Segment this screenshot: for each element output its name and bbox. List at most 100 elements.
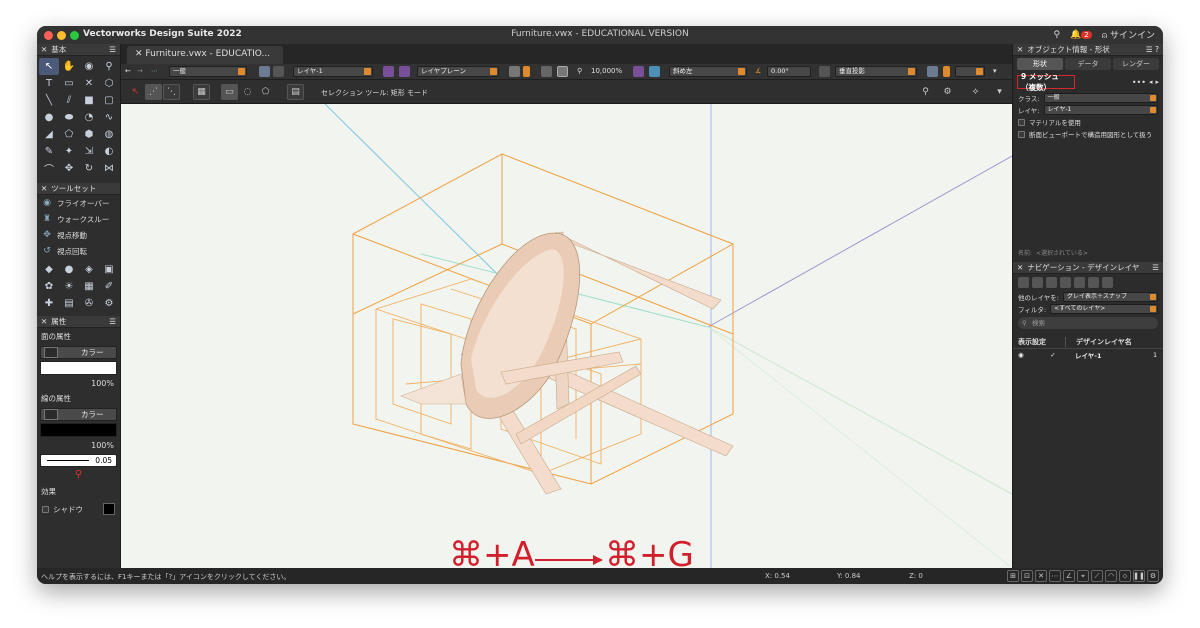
line-color-bar[interactable] bbox=[40, 423, 117, 437]
stair-tool-icon[interactable]: ▤ bbox=[59, 295, 79, 312]
section-checkbox[interactable] bbox=[1018, 130, 1025, 138]
circle-tool-icon[interactable]: ● bbox=[39, 109, 59, 126]
furniture-tool-icon[interactable]: ▦ bbox=[79, 278, 99, 295]
split-tool-icon[interactable]: ⋈ bbox=[99, 160, 119, 177]
rotate-tool-icon[interactable]: ↻ bbox=[79, 160, 99, 177]
tab-render[interactable]: レンダー bbox=[1113, 58, 1159, 70]
zoom-tool-icon[interactable]: ⚲ bbox=[99, 58, 119, 75]
line-opacity[interactable]: 100% bbox=[37, 439, 120, 452]
other-layers-select[interactable]: グレイ表示＋スナップ bbox=[1063, 292, 1158, 302]
lasso-mode-icon[interactable]: ◌ bbox=[239, 84, 256, 100]
menu-icon[interactable]: ☰ bbox=[109, 45, 116, 54]
sphere-tool-icon[interactable]: ● bbox=[59, 261, 79, 278]
view-select[interactable]: 斜め左 bbox=[669, 66, 747, 77]
rectangle-tool-icon[interactable]: ■ bbox=[79, 92, 99, 109]
color-tool-icon[interactable]: ✿ bbox=[39, 278, 59, 295]
disable-interactive-scaling-icon[interactable]: ↖ bbox=[127, 84, 144, 100]
fill-type-select[interactable]: カラー bbox=[40, 346, 117, 359]
table-row[interactable]: ◉ ✓ レイヤ-1 1 bbox=[1013, 349, 1163, 361]
dims-tool-icon[interactable]: ◆ bbox=[39, 261, 59, 278]
working-plane-icon[interactable] bbox=[399, 66, 410, 77]
flyover-tool-icon[interactable]: ◉ bbox=[79, 58, 99, 75]
more-options-icon[interactable]: ••• bbox=[1132, 78, 1146, 87]
layer-stack-icon[interactable] bbox=[259, 66, 270, 77]
snap-grid-icon[interactable]: ⊞ bbox=[1007, 570, 1019, 582]
cube-tool-icon[interactable]: ⬡ bbox=[99, 75, 119, 92]
magic-wand-tool-icon[interactable]: ✦ bbox=[59, 143, 79, 160]
menu-icon[interactable]: ☰ ? bbox=[1146, 45, 1159, 54]
close-icon[interactable]: ✕ bbox=[1017, 45, 1023, 54]
mesh-tool-icon[interactable]: ✇ bbox=[79, 295, 99, 312]
snap-distance-icon[interactable]: ⋯ bbox=[1049, 570, 1061, 582]
search-icon[interactable]: ⚲ bbox=[1053, 30, 1060, 40]
col-layer-name[interactable]: デザインレイヤ名 bbox=[1065, 336, 1163, 347]
close-icon[interactable]: ✕ bbox=[41, 317, 47, 326]
class-icon[interactable]: ⋯ bbox=[151, 67, 158, 75]
close-tab-icon[interactable]: ✕ bbox=[135, 49, 145, 59]
class-select[interactable]: 一般 bbox=[169, 66, 247, 77]
zoom-value[interactable]: 10,000% bbox=[591, 67, 622, 75]
fill-opacity[interactable]: 100% bbox=[37, 377, 120, 390]
chevron-down-icon[interactable]: ▾ bbox=[993, 67, 997, 75]
projection-icon[interactable] bbox=[819, 66, 830, 77]
spiral-tool-icon[interactable]: ◍ bbox=[99, 126, 119, 143]
layer-tool-icon[interactable]: ◈ bbox=[79, 261, 99, 278]
marker-icon[interactable]: ⚲ bbox=[37, 469, 120, 483]
polyline-tool-icon[interactable]: ◢ bbox=[39, 126, 59, 143]
menu-icon[interactable]: ☰ bbox=[109, 317, 116, 326]
toolset-item-flyover[interactable]: ◉ フライオーバー bbox=[37, 195, 120, 211]
callout-tool-icon[interactable]: ▭ bbox=[59, 75, 79, 92]
camera-dropdown-icon[interactable] bbox=[523, 66, 530, 77]
move-tool-icon[interactable]: ✥ bbox=[59, 160, 79, 177]
signin-button[interactable]: ⍝ サインイン bbox=[1102, 28, 1155, 41]
tab-data[interactable]: データ bbox=[1065, 58, 1111, 70]
locus-tool-icon[interactable]: ✕ bbox=[79, 75, 99, 92]
next-object-icon[interactable]: ▸ bbox=[1155, 78, 1159, 86]
flyover-view-icon[interactable] bbox=[541, 66, 552, 77]
render-icon[interactable] bbox=[649, 66, 660, 77]
view-options-select[interactable] bbox=[955, 66, 985, 77]
layer-view-icon[interactable] bbox=[1032, 277, 1043, 288]
close-icon[interactable]: ✕ bbox=[41, 45, 47, 54]
angle-field[interactable]: 0.00° bbox=[767, 66, 811, 77]
symbol-icon[interactable] bbox=[1102, 277, 1113, 288]
close-icon[interactable]: ✕ bbox=[1017, 263, 1023, 272]
selection-tool-icon[interactable]: ↖ bbox=[39, 58, 59, 75]
single-selection-mode-icon[interactable]: ⋰ bbox=[145, 84, 162, 100]
layer-select[interactable]: レイヤ-1 bbox=[293, 66, 373, 77]
text-tool-icon[interactable]: T bbox=[39, 75, 59, 92]
angle-icon[interactable]: ∡ bbox=[755, 67, 761, 75]
notification-icon[interactable]: 🔔 2 bbox=[1070, 30, 1092, 40]
fill-color-bar[interactable] bbox=[40, 361, 117, 375]
toolset-item-rotate-view[interactable]: ↺ 視点回転 bbox=[37, 243, 120, 259]
camera-icon[interactable] bbox=[509, 66, 520, 77]
smart-edge-icon[interactable]: ⟋ bbox=[1091, 570, 1103, 582]
light-tool-icon[interactable]: ☀ bbox=[59, 278, 79, 295]
arc-tool-icon[interactable]: ◔ bbox=[79, 109, 99, 126]
eye-icon[interactable]: ◉ bbox=[1013, 351, 1041, 359]
find-tool-icon[interactable]: ⚲ bbox=[917, 84, 934, 100]
pan-tool-icon[interactable]: ✋ bbox=[59, 58, 79, 75]
snap-options-icon[interactable]: ⟡ bbox=[967, 84, 984, 100]
oval-tool-icon[interactable]: ⬬ bbox=[59, 109, 79, 126]
line-tool-icon[interactable]: ╲ bbox=[39, 92, 59, 109]
polygon-tool-icon[interactable]: ⬠ bbox=[59, 126, 79, 143]
zoom-icon[interactable]: ⚲ bbox=[577, 67, 582, 75]
snap-angle-icon[interactable]: ∠ bbox=[1063, 570, 1075, 582]
spline-tool-icon[interactable]: ⌒ bbox=[39, 160, 59, 177]
snap-loci-icon[interactable]: ⬦ bbox=[1119, 570, 1131, 582]
drawing-canvas[interactable]: ⌘+A cmd ⌘+G cmd bbox=[121, 104, 1012, 568]
multi-reshape-mode-icon[interactable]: ⋱ bbox=[163, 84, 180, 100]
visibility-icon[interactable] bbox=[927, 66, 938, 77]
close-icon[interactable]: ✕ bbox=[41, 184, 47, 193]
saved-view-icon[interactable] bbox=[1060, 277, 1071, 288]
eyedropper-tool-icon[interactable]: ✎ bbox=[39, 143, 59, 160]
snap-tangent-icon[interactable]: ◠ bbox=[1105, 570, 1117, 582]
selection-view-icon[interactable] bbox=[557, 66, 568, 77]
previous-object-icon[interactable]: ◂ bbox=[1149, 78, 1153, 86]
mirror-tool-icon[interactable]: ◐ bbox=[99, 143, 119, 160]
pencil-tool-icon[interactable]: ✐ bbox=[99, 278, 119, 295]
gear-tool-icon[interactable]: ⚙ bbox=[99, 295, 119, 312]
forward-arrow-icon[interactable]: → bbox=[137, 67, 143, 75]
toolset-item-walkthrough[interactable]: ♜ ウォークスルー bbox=[37, 211, 120, 227]
